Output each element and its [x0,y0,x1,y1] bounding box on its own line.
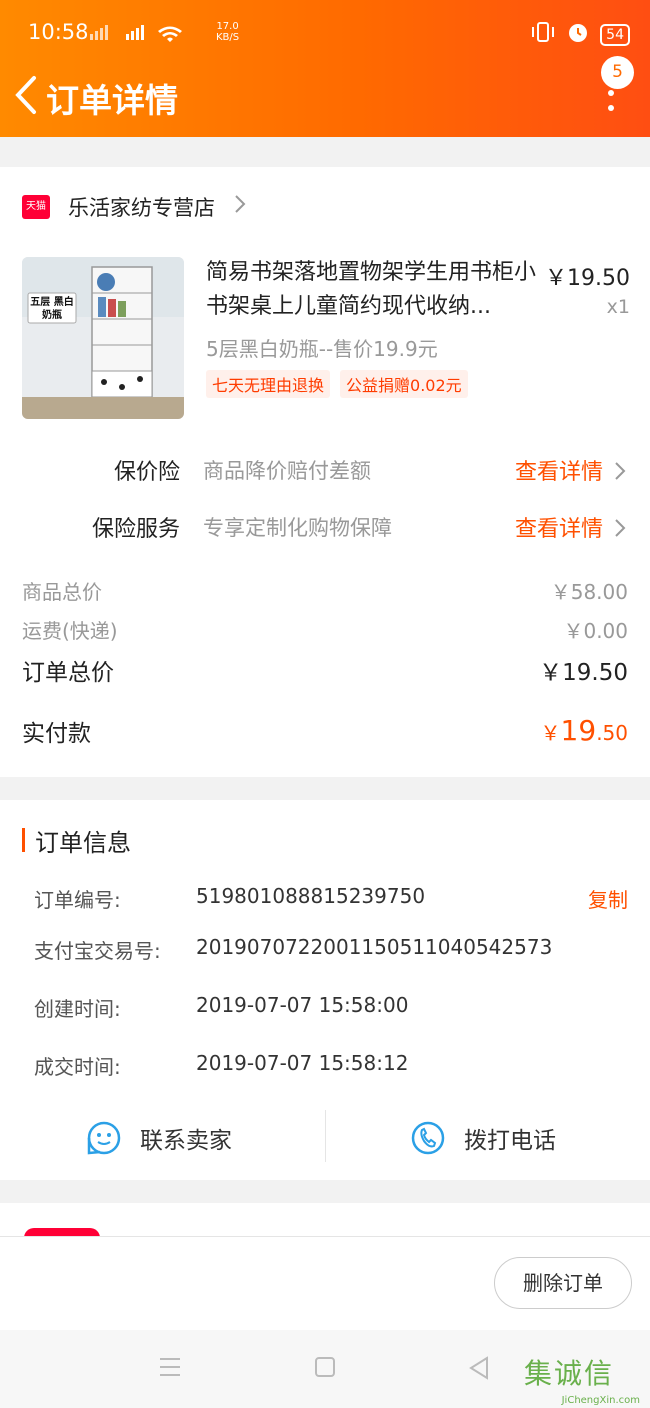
home-square-icon [315,1357,335,1377]
watermark-url: JiChengXin.com [561,1395,640,1406]
product-sku: 5层黑白奶瓶--售价19.9元 [206,337,438,361]
order-total-value: ￥19.50 [539,660,628,686]
back-triangle-icon [469,1356,488,1380]
paid-amount: ￥19.50 [541,714,628,747]
paid-label: 实付款 [22,721,91,747]
signal-icon [90,22,210,45]
section-title: 订单信息 [35,828,131,857]
product-quantity: x1 [606,296,630,318]
product-price: ￥19.50 [545,266,630,291]
nav-row: 订单详情 [0,70,650,120]
dot-icon [608,90,614,96]
service-desc: 商品降价赔付差额 [203,459,371,483]
copy-button[interactable]: 复制 [588,884,628,913]
home-nav-button[interactable] [314,1356,336,1382]
phone-icon [411,1121,445,1155]
alipay-number-label: 支付宝交易号: [34,939,161,963]
speed-unit: KB/S [216,32,240,43]
vibrate-icon [530,21,556,48]
chevron-left-icon [15,76,36,114]
created-time-row: 创建时间: 2019-07-07 15:58:00 [34,993,628,1023]
bottom-action-bar: 删除订单 [0,1236,650,1330]
status-bar: 10:58 17.0 KB/S 54 [28,18,630,48]
network-speed: 17.0 KB/S [216,21,239,43]
speed-value: 17.0 [216,21,239,32]
view-details-link[interactable]: 查看详情 [515,511,626,543]
service-row-insurance[interactable]: 保险服务 专享定制化购物保障 查看详情 [0,507,650,547]
view-details-link[interactable]: 查看详情 [515,454,626,486]
order-number-row: 订单编号: 519801088815239750 复制 [34,884,628,914]
page-title: 订单详情 [46,81,178,120]
paid-row: 实付款 ￥19.50 [22,714,628,754]
section-accent-bar [22,828,25,852]
chevron-right-icon [615,462,626,480]
contact-actions: 联系卖家 拨打电话 [0,1110,650,1166]
shipping-label: 运费(快递) [22,619,118,643]
view-details-label: 查看详情 [514,517,603,542]
battery-indicator: 54 [600,23,630,46]
call-label: 拨打电话 [464,1128,556,1154]
return-policy-tag: 七天无理由退换 [206,370,331,398]
menu-nav-button[interactable] [158,1356,182,1382]
closed-time-label: 成交时间: [34,1055,121,1079]
chevron-right-icon [615,519,626,537]
menu-icon [160,1358,180,1376]
shipping-row: 运费(快递) ￥0.00 [22,615,628,645]
created-time-label: 创建时间: [34,997,121,1021]
chevron-right-icon [233,193,247,221]
status-right: 54 [530,20,630,49]
charity-tag: 公益捐赠0.02元 [340,370,468,398]
closed-time-value: 2019-07-07 15:58:12 [196,1051,409,1075]
paid-integer: 19 [560,714,597,747]
status-time: 10:58 [28,20,89,44]
shop-name: 乐活家纺专营店 [68,196,215,220]
product-title[interactable]: 简易书架落地置物架学生用书柜小书架桌上儿童简约现代收纳... [206,256,546,324]
delete-order-button[interactable]: 删除订单 [494,1257,632,1309]
closed-time-row: 成交时间: 2019-07-07 15:58:12 [34,1051,628,1081]
message-badge[interactable]: 5 [601,56,634,89]
paid-currency: ￥ [540,721,561,745]
contact-seller-label: 联系卖家 [140,1128,232,1154]
action-divider [325,1110,326,1162]
paid-decimal: .50 [596,721,628,745]
order-info-header: 订单信息 [22,825,131,857]
service-desc: 专享定制化购物保障 [203,516,392,540]
header-bar: 10:58 17.0 KB/S 54 订单详情 5 [0,0,650,137]
goods-total-label: 商品总价 [22,580,102,604]
service-label: 保险服务 [91,517,180,542]
created-time-value: 2019-07-07 15:58:00 [196,993,409,1017]
order-total-label: 订单总价 [22,660,114,686]
watermark: 集诚信 JiChengXin.com [524,1330,642,1408]
order-number-value: 519801088815239750 [196,884,426,908]
product-tags: 七天无理由退换 公益捐赠0.02元 [206,370,468,398]
chat-face-icon [87,1121,121,1155]
product-image-caption: 五层 黑白奶瓶 [30,297,74,321]
product-image[interactable] [22,257,184,419]
dot-icon [608,105,614,111]
shop-link[interactable]: 天猫 乐活家纺专营店 [22,192,247,222]
back-button[interactable] [10,72,42,118]
goods-total-value: ￥58.00 [550,580,628,604]
service-label: 保价险 [113,460,180,485]
contact-seller-button[interactable]: 联系卖家 [86,1110,232,1166]
watermark-text: 集诚信 [524,1357,615,1390]
goods-total-row: 商品总价 ￥58.00 [22,576,628,606]
more-menu-button[interactable] [596,90,626,130]
order-number-label: 订单编号: [34,888,121,912]
back-nav-button[interactable] [468,1356,490,1384]
service-row-price-protection[interactable]: 保价险 商品降价赔付差额 查看详情 [0,450,650,490]
alipay-number-row: 支付宝交易号: 2019070722001150511040542573 [34,935,628,965]
shipping-value: ￥0.00 [563,619,628,643]
tmall-icon: 天猫 [22,195,50,219]
view-details-label: 查看详情 [514,460,603,485]
call-button[interactable]: 拨打电话 [410,1110,556,1166]
alipay-number-value: 2019070722001150511040542573 [196,935,553,959]
alarm-icon [566,20,590,49]
order-total-row: 订单总价 ￥19.50 [22,653,628,687]
